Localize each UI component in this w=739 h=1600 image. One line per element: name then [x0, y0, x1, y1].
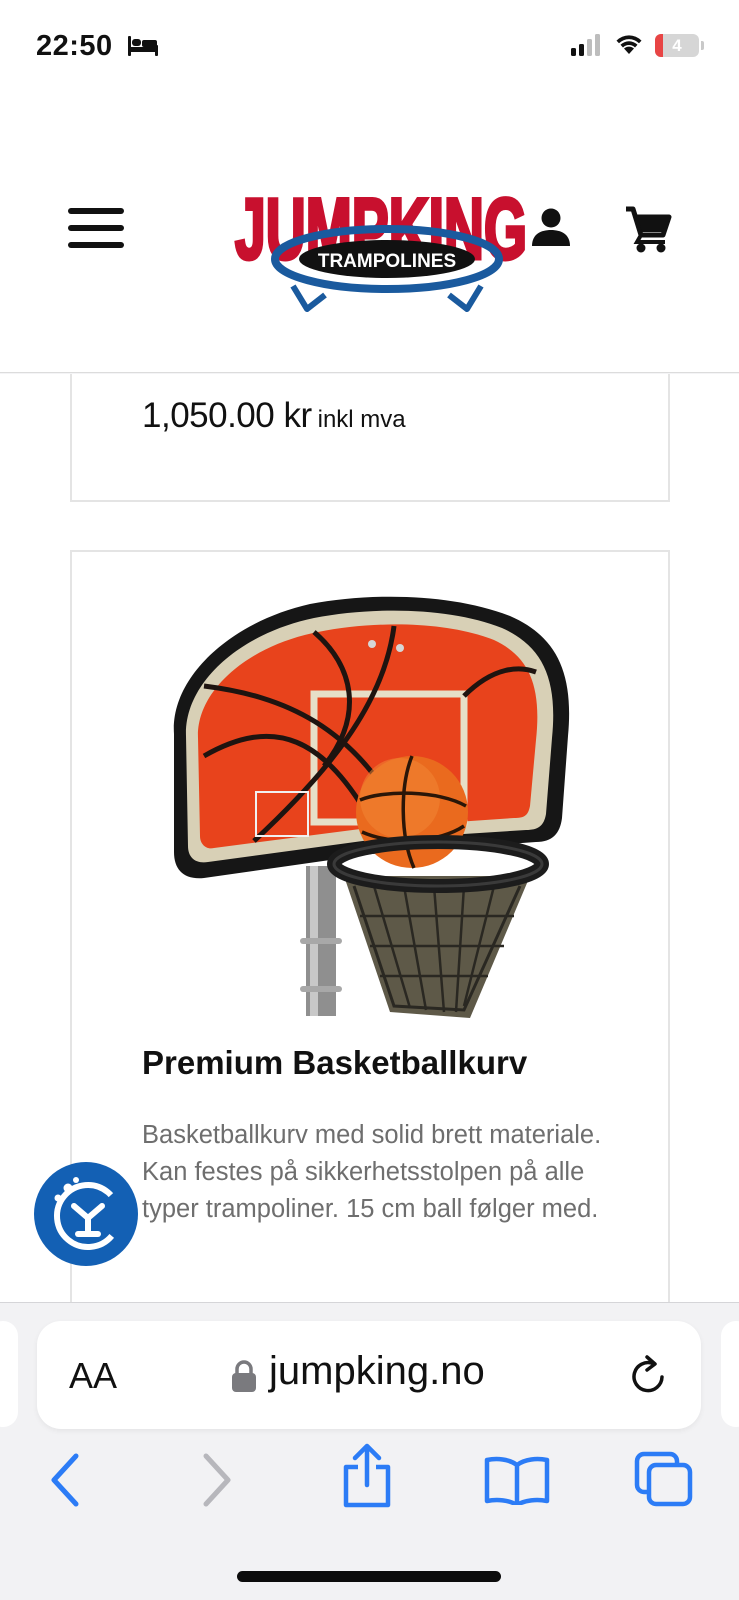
home-indicator[interactable]: [237, 1571, 501, 1582]
bookmarks-icon[interactable]: [484, 1455, 550, 1505]
wifi-icon: [616, 35, 642, 54]
cart-icon[interactable]: [624, 205, 672, 253]
forward-icon[interactable]: [196, 1453, 236, 1507]
text-size-button[interactable]: AA: [69, 1355, 117, 1397]
battery-nub: [701, 41, 704, 50]
product-card[interactable]: Premium Basketballkurv Basketballkurv me…: [70, 550, 670, 1302]
next-tab-peek[interactable]: [721, 1321, 739, 1427]
product-title[interactable]: Premium Basketballkurv: [142, 1044, 527, 1082]
svg-text:TRAMPOLINES: TRAMPOLINES: [318, 251, 456, 272]
price-vat-note: inkl mva: [317, 406, 406, 433]
basketball-hoop-image[interactable]: [164, 586, 584, 1038]
tabs-icon[interactable]: [634, 1451, 694, 1507]
lock-icon: [232, 1360, 256, 1392]
product-card-previous[interactable]: 1,050.00 kr inkl mva: [70, 374, 670, 502]
status-bar: 22:50 4: [0, 0, 739, 95]
menu-icon[interactable]: [68, 208, 126, 250]
jumpking-logo[interactable]: JUMPKING TRAMPOLINES: [229, 141, 534, 316]
address-bar[interactable]: AA jumpking.no: [37, 1321, 701, 1429]
price-amount: 1,050.00 kr: [142, 396, 312, 435]
accessibility-icon: [54, 1177, 122, 1250]
battery-percentage: 4: [672, 36, 682, 55]
battery-icon: 4: [655, 34, 699, 57]
previous-tab-peek[interactable]: [0, 1321, 18, 1427]
url-field[interactable]: jumpking.no: [269, 1349, 485, 1394]
share-icon[interactable]: [340, 1443, 394, 1509]
status-time: 22:50: [36, 30, 113, 62]
back-icon[interactable]: [46, 1453, 86, 1507]
signal-icon: [571, 34, 600, 56]
bed-icon: [128, 36, 158, 56]
browser-toolbar: AA jumpking.no: [0, 1302, 739, 1600]
account-icon[interactable]: [531, 208, 571, 246]
site-header: JUMPKING TRAMPOLINES: [0, 95, 739, 373]
reload-icon[interactable]: [629, 1355, 669, 1397]
product-description: Basketballkurv med solid brett materiale…: [142, 1121, 602, 1223]
accessibility-button[interactable]: [34, 1162, 138, 1266]
product-price: 1,050.00 kr inkl mva: [142, 396, 406, 436]
